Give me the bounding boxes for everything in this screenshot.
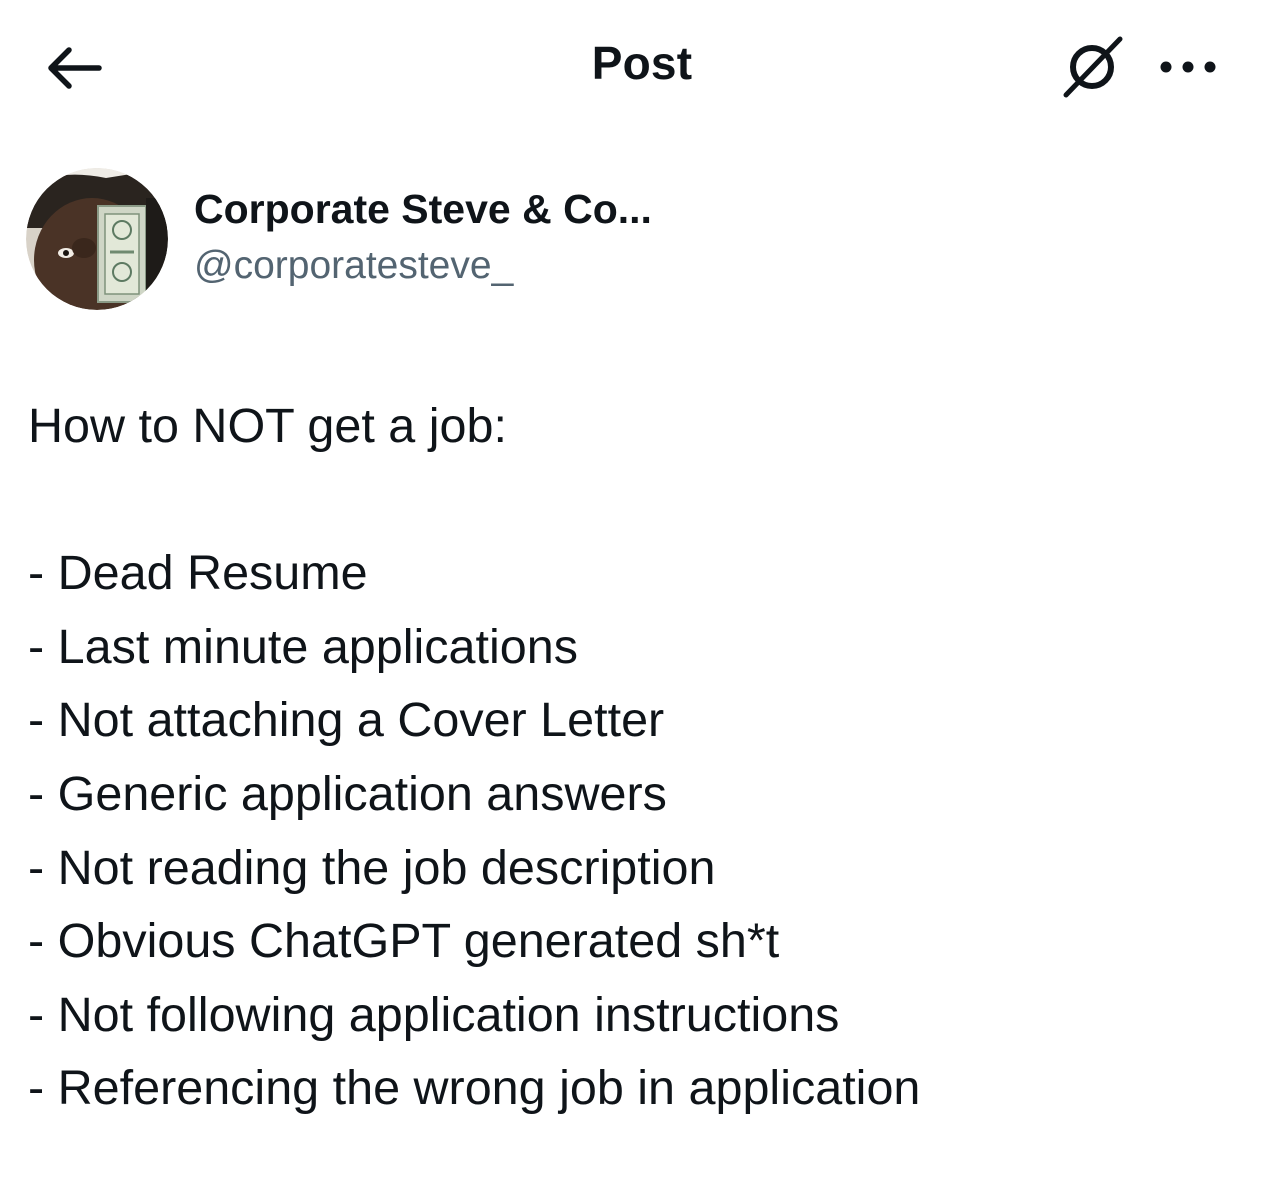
list-item: - Referencing the wrong job in applicati… [28,1061,921,1116]
list-item: - Not reading the job description [28,840,716,895]
list-item: - Generic application answers [28,766,667,821]
author-handle[interactable]: @corporatesteve_ [194,244,513,288]
post-text: How to NOT get a job: - Dead Resume - La… [28,390,1258,1126]
top-bar: Post [0,0,1284,134]
more-horizontal-icon [1160,61,1216,73]
list-item: - Dead Resume [28,546,368,601]
list-item: - Last minute applications [28,619,578,674]
post-author: Corporate Steve & Co... @corporatesteve_ [26,168,1126,313]
post-intro: How to NOT get a job: [28,399,507,453]
avatar[interactable] [26,168,168,310]
grok-button[interactable] [1052,30,1132,104]
list-item: - Obvious ChatGPT generated sh*t [28,914,780,969]
list-item: - Not attaching a Cover Letter [28,693,665,748]
list-item: - Not following application instructions [28,987,840,1042]
more-options-button[interactable] [1150,40,1226,94]
grok-icon [1063,36,1123,98]
avatar-photo [26,168,168,310]
author-display-name[interactable]: Corporate Steve & Co... [194,186,652,233]
